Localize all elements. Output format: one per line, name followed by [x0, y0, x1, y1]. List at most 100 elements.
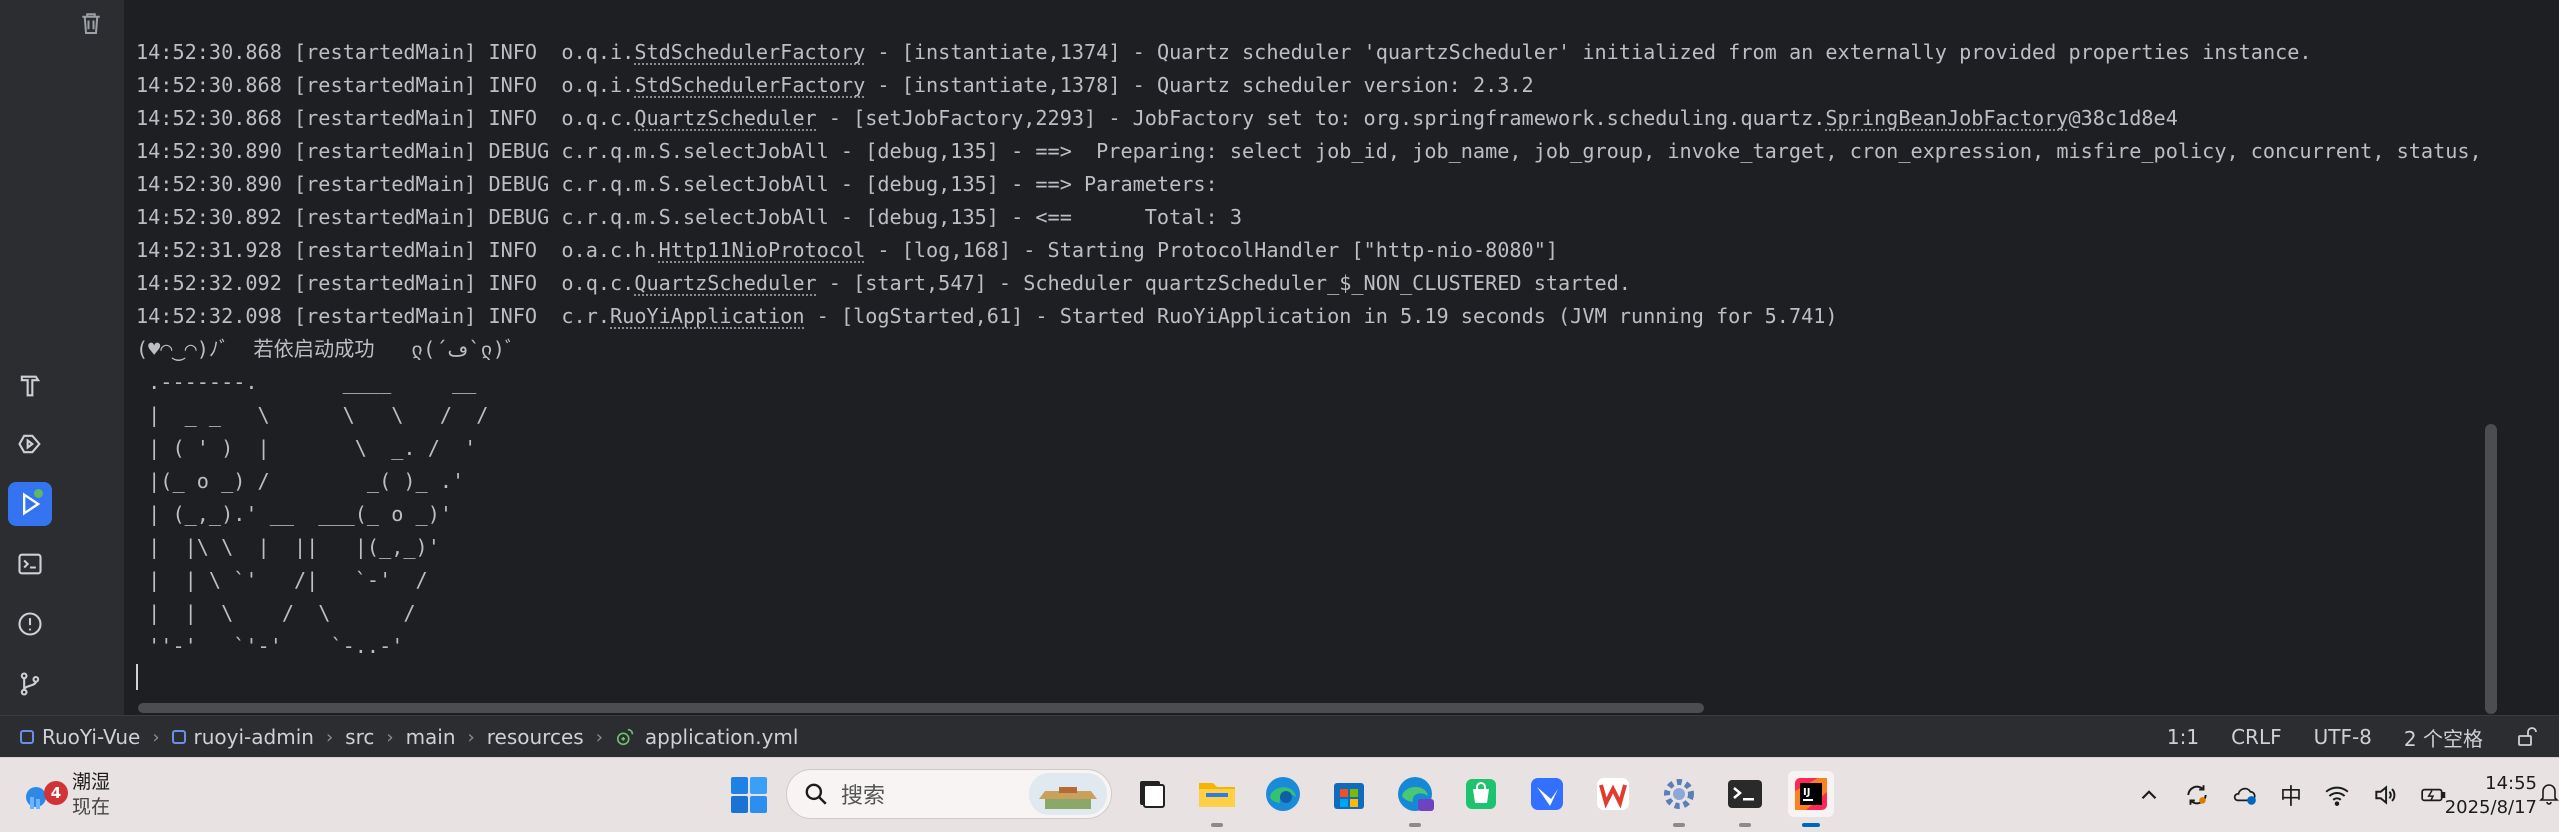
log-text: - [instantiate,1378] - Quartz scheduler …: [865, 73, 1534, 97]
volume-icon[interactable]: [2372, 782, 2398, 808]
class-link[interactable]: SpringBeanJobFactory: [1825, 106, 2068, 130]
settings-app[interactable]: [1656, 771, 1702, 827]
input-method-indicator[interactable]: 中: [2280, 779, 2302, 811]
breadcrumb: RuoYi-Vue › ruoyi-admin › src › main › r…: [18, 725, 800, 749]
search-highlight-image: [1029, 773, 1107, 815]
intellij-idea-icon: IJ: [1795, 778, 1827, 810]
svg-text:IJ: IJ: [1803, 787, 1810, 798]
line-ending[interactable]: CRLF: [2231, 725, 2282, 749]
taskbar-search-box[interactable]: 搜索: [786, 769, 1112, 819]
breadcrumb-src[interactable]: src: [343, 725, 376, 749]
console-line: | _ _ \ \ \ / /: [136, 399, 2500, 432]
console-line: 14:52:30.868 [restartedMain] INFO o.q.i.…: [136, 69, 2500, 102]
console-gutter: [62, 0, 124, 715]
windows-start-icon[interactable]: [730, 776, 768, 814]
caret-position[interactable]: 1:1: [2167, 725, 2199, 749]
terminal-icon: [18, 553, 42, 575]
log-text: 14:52:30.890 [restartedMain] DEBUG c.r.q…: [136, 172, 1230, 196]
run-console[interactable]: 14:52:30.868 [restartedMain] INFO o.q.i.…: [124, 0, 2500, 715]
battery-icon[interactable]: [2420, 782, 2446, 808]
file-encoding[interactable]: UTF-8: [2314, 725, 2372, 749]
log-text: | |\ \ | || |(_,_)': [136, 535, 440, 559]
horizontal-scrollbar[interactable]: [138, 703, 1704, 713]
chevron-right-icon: ›: [595, 726, 603, 748]
console-line: |(_ o _) / _( )_ .': [136, 465, 2500, 498]
wifi-icon[interactable]: [2324, 782, 2350, 808]
vertical-scrollbar[interactable]: [2485, 424, 2497, 714]
edge-browser-icon[interactable]: [1260, 771, 1306, 817]
console-output: 14:52:30.868 [restartedMain] INFO o.q.i.…: [136, 36, 2500, 663]
class-link[interactable]: Http11NioProtocol: [659, 238, 866, 262]
weather-time: 现在: [72, 796, 111, 818]
terminal-tool-button[interactable]: [8, 542, 52, 586]
wps-office-icon[interactable]: [1590, 771, 1636, 817]
class-link[interactable]: StdSchedulerFactory: [634, 73, 865, 97]
console-line: (♥◠‿◠)ﾉﾞ 若依启动成功 ლ(´ڡ`ლ)ﾞ: [136, 333, 2500, 366]
chevron-right-icon: ›: [325, 726, 334, 748]
log-text: 14:52:30.890 [restartedMain] DEBUG c.r.q…: [136, 139, 2500, 163]
notification-bell-icon[interactable]: [2539, 780, 2559, 806]
console-line: .-------. ____ __: [136, 366, 2500, 399]
breadcrumb-file[interactable]: application.yml: [613, 725, 801, 749]
sync-icon[interactable]: [2184, 782, 2210, 808]
console-line: 14:52:30.868 [restartedMain] INFO o.q.c.…: [136, 102, 2500, 135]
console-line: 14:52:30.890 [restartedMain] DEBUG c.r.q…: [136, 168, 2500, 201]
status-bar: RuoYi-Vue › ruoyi-admin › src › main › r…: [0, 715, 2559, 758]
breadcrumb-module-label: ruoyi-admin: [193, 725, 314, 749]
log-text: 14:52:30.868 [restartedMain] INFO o.q.i.: [136, 40, 635, 64]
yaml-file-icon: [616, 728, 634, 746]
breadcrumb-resources[interactable]: resources: [485, 725, 586, 749]
task-view-icon[interactable]: [1128, 771, 1174, 817]
onedrive-icon[interactable]: [2232, 782, 2258, 808]
log-text: (♥◠‿◠)ﾉﾞ 若依启动成功 ლ(´ڡ`ლ)ﾞ: [136, 337, 515, 361]
log-text: 14:52:30.892 [restartedMain] DEBUG c.r.q…: [136, 205, 1243, 229]
class-link[interactable]: RuoYiApplication: [610, 304, 804, 328]
edge-ai-app[interactable]: [1392, 771, 1438, 827]
console-line: | |\ \ | || |(_,_)': [136, 531, 2500, 564]
console-line: | (_,_).' __ ___(_ o _)': [136, 498, 2500, 531]
log-text: - [start,547] - Scheduler quartzSchedule…: [816, 271, 1631, 295]
console-line: 14:52:30.868 [restartedMain] INFO o.q.i.…: [136, 36, 2500, 69]
run-tool-button[interactable]: [8, 482, 52, 526]
log-text: | _ _ \ \ \ / /: [136, 403, 489, 427]
log-text: - [logStarted,61] - Started RuoYiApplica…: [804, 304, 1838, 328]
microsoft-store-icon[interactable]: [1326, 771, 1372, 817]
console-line: 14:52:32.092 [restartedMain] INFO o.q.c.…: [136, 267, 2500, 300]
shopping-bag-icon[interactable]: [1458, 771, 1504, 817]
trash-icon[interactable]: [76, 8, 106, 38]
console-line: ''-' `'-' `-..-': [136, 630, 2500, 663]
git-tool-button[interactable]: [8, 662, 52, 706]
file-explorer-app[interactable]: [1194, 771, 1240, 827]
build-tool-button[interactable]: [8, 364, 52, 408]
console-line: 14:52:30.892 [restartedMain] DEBUG c.r.q…: [136, 201, 2500, 234]
class-link[interactable]: QuartzScheduler: [634, 106, 816, 130]
weather-widget[interactable]: 4 潮湿 现在: [22, 770, 110, 820]
running-indicator: [32, 487, 45, 500]
class-link[interactable]: QuartzScheduler: [634, 271, 816, 295]
warning-circle-icon: [18, 612, 42, 636]
breadcrumb-main[interactable]: main: [404, 725, 458, 749]
breadcrumb-module[interactable]: ruoyi-admin: [170, 725, 316, 749]
feishu-icon[interactable]: [1524, 771, 1570, 817]
class-link[interactable]: StdSchedulerFactory: [634, 40, 865, 64]
breadcrumb-project[interactable]: RuoYi-Vue: [18, 725, 142, 749]
breadcrumb-project-label: RuoYi-Vue: [42, 725, 141, 749]
tool-window-strip: [0, 0, 63, 715]
terminal-app[interactable]: [1722, 771, 1768, 827]
weather-icon: 4: [22, 773, 68, 817]
search-placeholder: 搜索: [841, 784, 886, 809]
log-text: 14:52:32.092 [restartedMain] INFO o.q.c.: [136, 271, 635, 295]
system-tray: 中: [2136, 758, 2468, 832]
system-clock[interactable]: 14:55 2025/8/17: [2445, 772, 2537, 820]
log-text: - [log,168] - Starting ProtocolHandler […: [865, 238, 1559, 262]
indent-setting[interactable]: 2 个空格: [2404, 723, 2483, 752]
problems-tool-button[interactable]: [8, 602, 52, 646]
chevron-up-icon[interactable]: [2136, 782, 2162, 808]
edge-ai-icon: [1398, 777, 1434, 811]
lock-icon[interactable]: [2515, 725, 2539, 749]
intellij-idea-app[interactable]: IJ: [1788, 771, 1834, 827]
folder-icon: [1199, 783, 1235, 807]
services-tool-button[interactable]: [8, 422, 52, 466]
log-text: | (_,_).' __ ___(_ o _)': [136, 502, 453, 526]
console-line: | ( ' ) | \ _. / ': [136, 432, 2500, 465]
